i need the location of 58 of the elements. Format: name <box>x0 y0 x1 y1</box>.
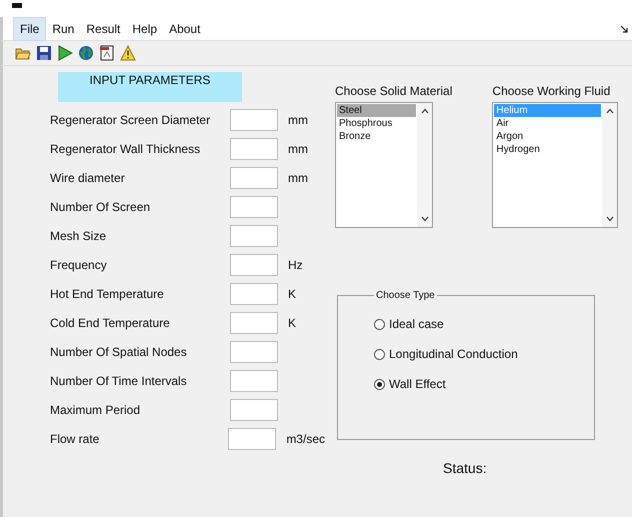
menu-item[interactable]: File <box>13 16 46 40</box>
app-icon <box>12 3 22 8</box>
list-title: Choose Working Fluid <box>492 84 612 98</box>
unit-label: mm <box>288 170 308 184</box>
status-label: Status: <box>443 460 488 476</box>
input-field[interactable] <box>230 254 278 276</box>
radio-option[interactable]: Longitudinal Conduction <box>374 347 594 361</box>
unit-label: K <box>288 286 296 300</box>
list-item[interactable]: Steel <box>337 104 416 117</box>
field-label: Regenerator Wall Thickness <box>50 142 202 156</box>
save-icon[interactable] <box>36 45 52 61</box>
unit-label: mm <box>288 142 308 156</box>
play-icon[interactable] <box>57 45 73 61</box>
menu-item[interactable]: Result <box>80 18 126 40</box>
input-field[interactable] <box>230 224 278 246</box>
field-label: Regenerator Screen Diameter <box>50 112 212 126</box>
menu-item[interactable]: Help <box>126 18 164 40</box>
list-title: Choose Solid Material <box>335 84 452 98</box>
list-item[interactable]: Argon <box>494 130 602 143</box>
scrollbar[interactable] <box>602 103 618 227</box>
field-label: Number Of Time Intervals <box>50 374 188 388</box>
field-label: Number Of Screen <box>50 200 152 214</box>
unit-label: Hz <box>288 258 303 272</box>
unit-label: mm <box>288 112 308 126</box>
radio-option[interactable]: Wall Effect <box>374 377 594 391</box>
list-item[interactable]: Phosphrous Bronze <box>337 117 416 143</box>
arrow-icon[interactable] <box>620 25 628 33</box>
section-header: INPUT PARAMETERS <box>58 72 242 102</box>
scrollbar[interactable] <box>417 103 432 227</box>
menu-item[interactable]: About <box>163 18 206 40</box>
input-field[interactable] <box>230 166 278 188</box>
input-field[interactable] <box>230 282 278 304</box>
input-field[interactable] <box>230 340 278 362</box>
menu-item[interactable]: Run <box>46 18 80 40</box>
document-icon[interactable] <box>99 45 115 61</box>
globe-icon[interactable] <box>78 45 94 61</box>
radio-option[interactable]: Ideal case <box>374 317 594 331</box>
input-field[interactable] <box>230 108 278 130</box>
input-field[interactable] <box>230 312 278 334</box>
field-label: Wire diameter <box>50 170 126 184</box>
input-field[interactable] <box>230 138 278 160</box>
list-item[interactable]: Hydrogen <box>494 143 602 156</box>
field-label: Hot End Temperature <box>50 286 165 300</box>
input-field[interactable] <box>230 370 278 392</box>
group-title: Choose Type <box>375 290 436 301</box>
field-label: Mesh Size <box>50 228 108 242</box>
input-field[interactable] <box>228 428 276 450</box>
field-label: Maximum Period <box>50 402 142 416</box>
list-item[interactable]: Air <box>494 117 602 130</box>
field-label: Number Of Spatial Nodes <box>50 344 188 358</box>
field-label: Cold End Temperature <box>50 316 171 330</box>
warning-icon[interactable] <box>120 45 136 61</box>
input-field[interactable] <box>230 196 278 218</box>
unit-label: K <box>288 316 296 330</box>
unit-label: m3/sec <box>286 432 325 446</box>
field-label: Flow rate <box>50 432 100 446</box>
field-label: Frequency <box>50 258 108 272</box>
input-field[interactable] <box>230 398 278 420</box>
